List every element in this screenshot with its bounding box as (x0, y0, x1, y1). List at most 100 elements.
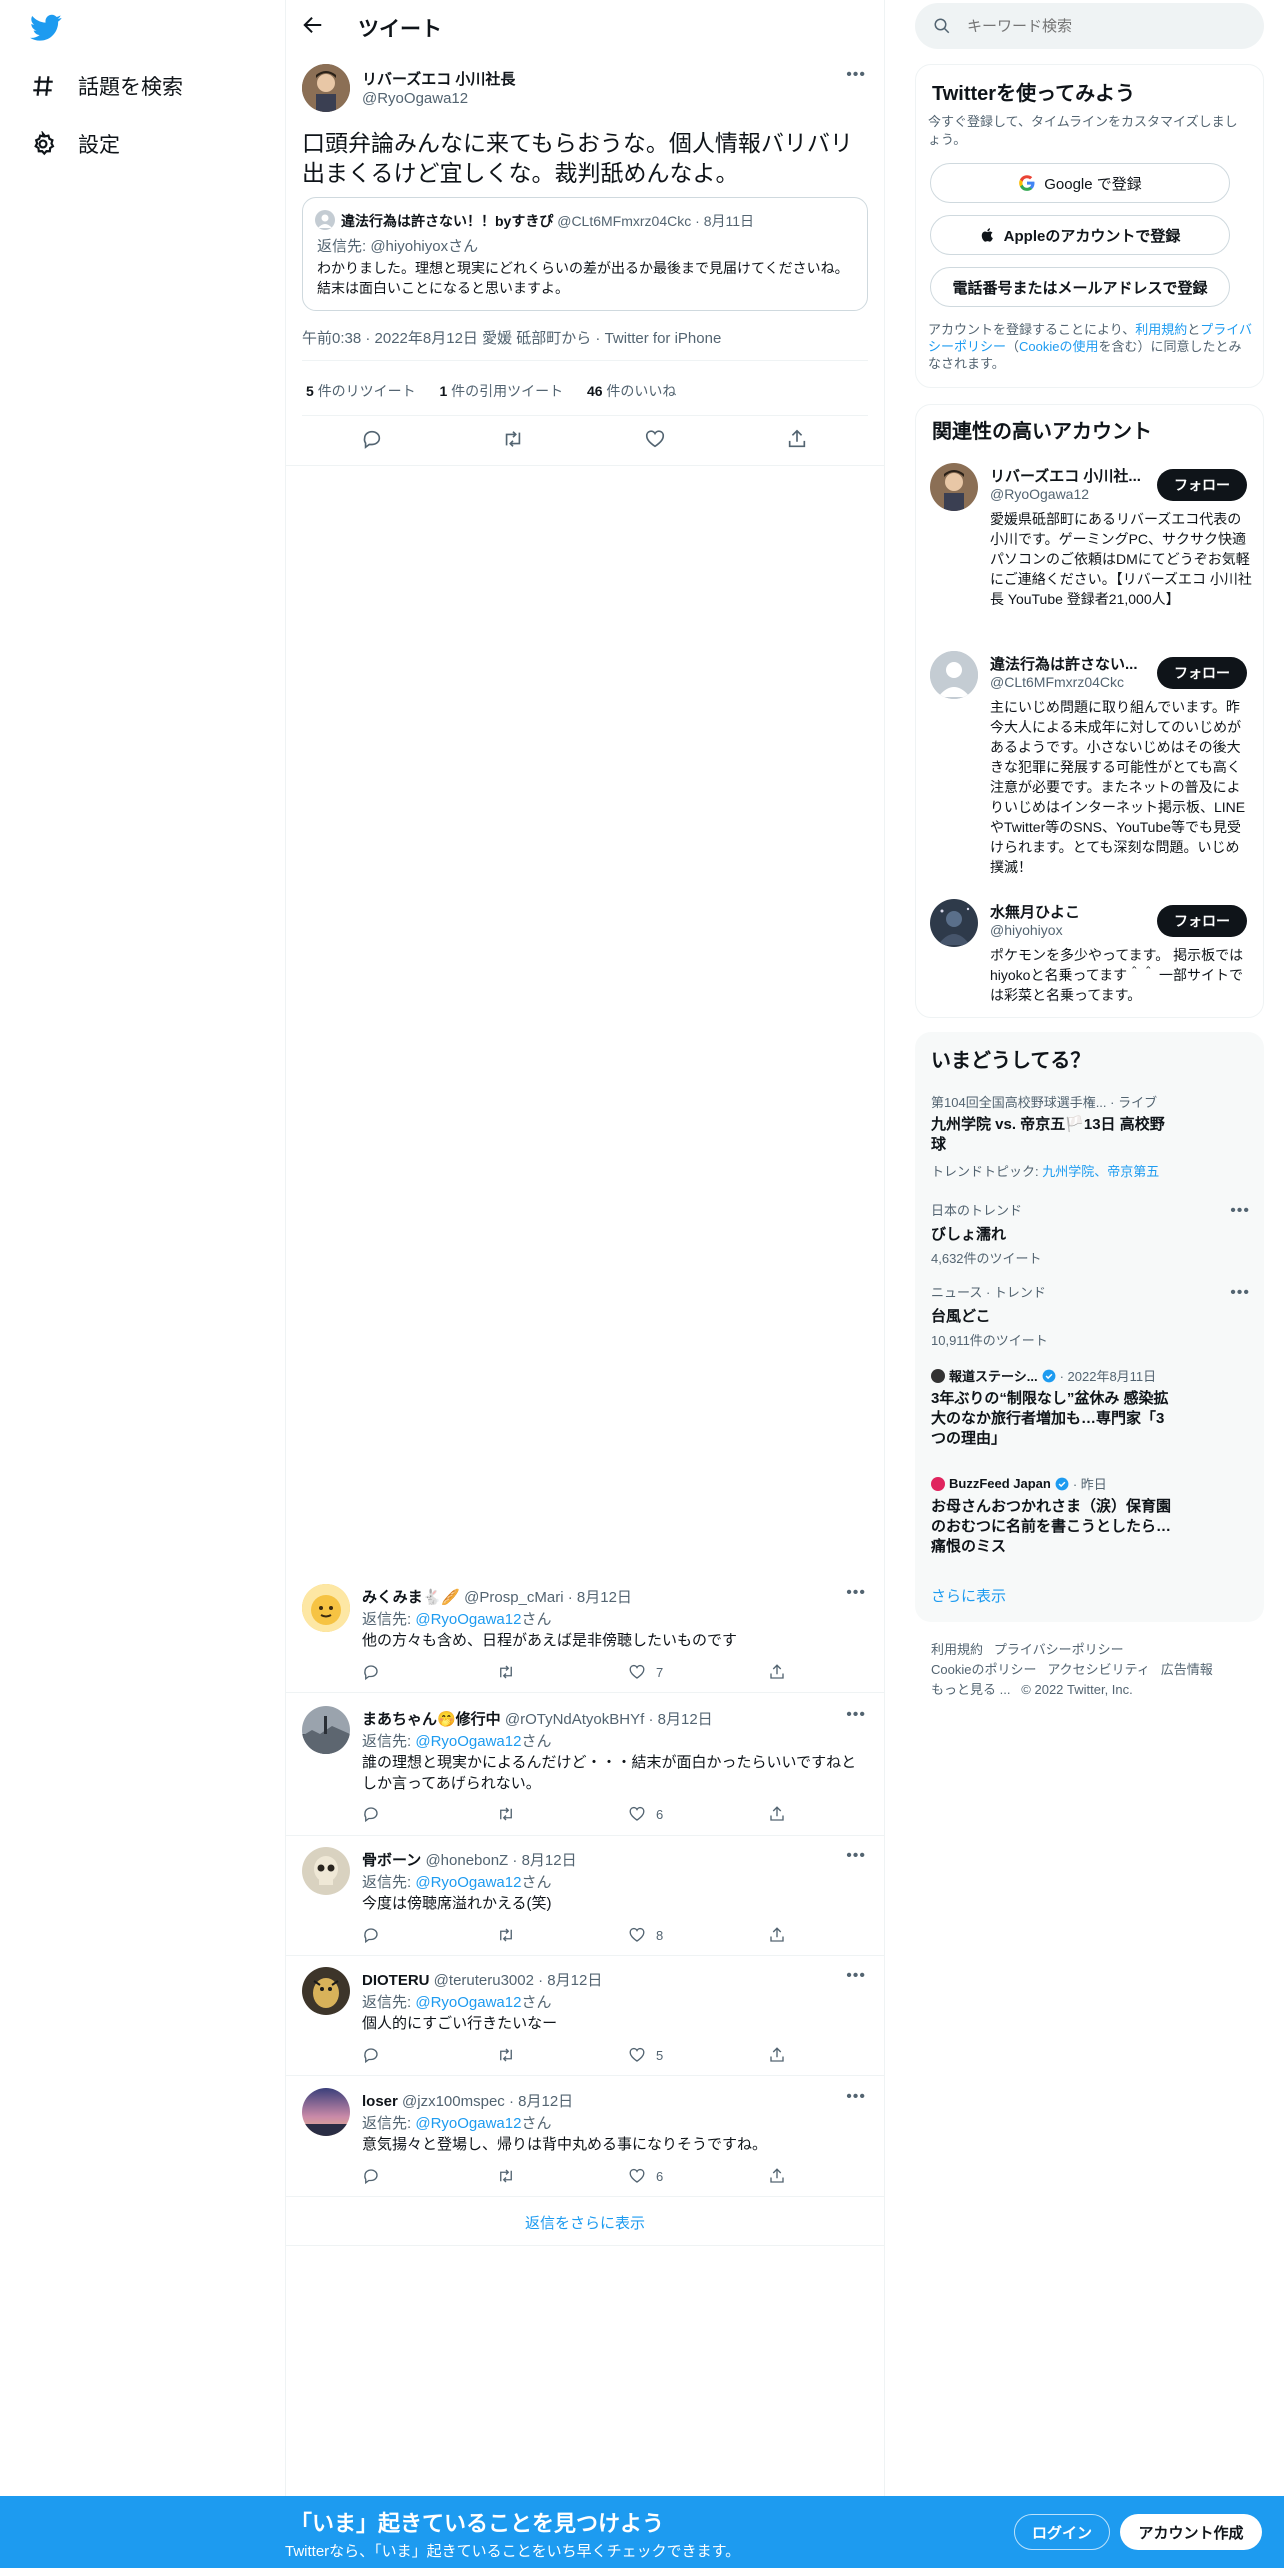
related-account-handle[interactable]: @hiyohiyox (990, 922, 1063, 938)
avatar[interactable] (302, 1706, 350, 1754)
search-bar[interactable] (915, 3, 1264, 49)
avatar[interactable] (930, 899, 978, 947)
share-icon[interactable] (786, 428, 808, 450)
reply-date[interactable]: · 8月12日 (648, 1711, 712, 1728)
apple-signup-button[interactable]: Appleのアカウントで登録 (930, 215, 1230, 255)
trend-item[interactable]: 第104回全国高校野球選手権... · ライブ 九州学院 vs. 帝京五🏳️13… (931, 1092, 1251, 1180)
reply-icon[interactable] (362, 1805, 380, 1823)
avatar[interactable] (302, 1584, 350, 1632)
twitter-logo-icon[interactable] (30, 14, 62, 42)
reply-date[interactable]: · 8月12日 (538, 1972, 602, 1989)
like-icon[interactable] (644, 428, 666, 450)
author-handle[interactable]: @RyoOgawa12 (362, 90, 468, 107)
footer-link[interactable]: Cookieのポリシー (931, 1662, 1036, 1677)
more-icon[interactable]: ••• (1230, 1202, 1250, 1220)
follow-button[interactable]: フォロー (1157, 657, 1247, 689)
like-button[interactable]: 6 (628, 1805, 663, 1823)
share-icon[interactable] (768, 1926, 786, 1944)
follow-button[interactable]: フォロー (1157, 469, 1247, 501)
retweet-icon[interactable] (496, 1805, 516, 1823)
footer-link[interactable]: 広告情報 (1161, 1662, 1213, 1677)
search-input[interactable] (967, 15, 1247, 37)
reply-tweet[interactable]: 骨ボーン @honebonZ · 8月12日 ••• 返信先: @RyoOgaw… (286, 1843, 884, 1956)
more-icon[interactable]: ••• (846, 1584, 866, 1602)
reply-tweet[interactable]: みくみま🐇🥖 @Prosp_cMari · 8月12日 ••• 返信先: @Ry… (286, 1580, 884, 1693)
avatar[interactable] (302, 2088, 350, 2136)
more-icon[interactable]: ••• (846, 1967, 866, 1985)
reply-date[interactable]: · 8月12日 (509, 2093, 573, 2110)
reply-icon[interactable] (361, 428, 383, 450)
like-button[interactable]: 8 (628, 1926, 663, 1944)
more-icon[interactable]: ••• (846, 66, 866, 84)
create-account-button[interactable]: アカウント作成 (1120, 2514, 1262, 2550)
share-icon[interactable] (768, 1663, 786, 1681)
share-icon[interactable] (768, 2046, 786, 2064)
more-icon[interactable]: ••• (1230, 1284, 1250, 1302)
like-stat[interactable]: 46 件のいいね (587, 383, 676, 399)
footer-link[interactable]: 利用規約 (931, 1642, 983, 1657)
author-name[interactable]: リバーズエコ 小川社長 (362, 68, 515, 89)
reply-author-name[interactable]: みくみま🐇🥖 (362, 1589, 460, 1606)
reply-author-name[interactable]: DIOTERU (362, 1972, 430, 1989)
related-account-name[interactable]: リバーズエコ 小川社... (990, 465, 1141, 486)
footer-link[interactable]: アクセシビリティ (1047, 1662, 1150, 1677)
related-account-handle[interactable]: @CLt6MFmxrz04Ckc (990, 674, 1124, 690)
reply-date[interactable]: · 8月12日 (512, 1852, 576, 1869)
mention-link[interactable]: @RyoOgawa12 (415, 1874, 521, 1891)
back-arrow-icon[interactable] (302, 14, 324, 36)
news-item[interactable]: 報道ステーシ... · 2022年8月11日 3年ぶりの“制限なし”盆休み 感染… (931, 1366, 1251, 1449)
reply-tweet[interactable]: loser @jzx100mspec · 8月12日 ••• 返信先: @Ryo… (286, 2084, 884, 2197)
follow-button[interactable]: フォロー (1157, 905, 1247, 937)
like-button[interactable]: 5 (628, 2046, 663, 2064)
reply-icon[interactable] (362, 1663, 380, 1681)
show-more-trends-link[interactable]: さらに表示 (931, 1585, 1006, 1606)
retweet-stat[interactable]: 5 件のリツイート (306, 383, 416, 399)
retweet-icon[interactable] (496, 1926, 516, 1944)
cookie-link[interactable]: Cookieの使用 (1019, 339, 1098, 354)
more-icon[interactable]: ••• (846, 2088, 866, 2106)
terms-link[interactable]: 利用規約 (1135, 322, 1187, 337)
reply-tweet[interactable]: DIOTERU @teruteru3002 · 8月12日 ••• 返信先: @… (286, 1963, 884, 2076)
avatar[interactable] (302, 1967, 350, 2015)
retweet-icon[interactable] (501, 428, 525, 450)
like-button[interactable]: 6 (628, 2167, 663, 2185)
trend-item[interactable]: ニュース · トレンド 台風どこ 10,911件のツイート (931, 1282, 1251, 1349)
trend-item[interactable]: 日本のトレンド びしょ濡れ 4,632件のツイート (931, 1200, 1251, 1267)
quote-stat[interactable]: 1 件の引用ツイート (439, 383, 563, 399)
retweet-icon[interactable] (496, 2046, 516, 2064)
mention-link[interactable]: @RyoOgawa12 (415, 1994, 521, 2011)
mention-link[interactable]: @RyoOgawa12 (415, 1733, 521, 1750)
retweet-icon[interactable] (496, 2167, 516, 2185)
nav-settings[interactable]: 設定 (30, 124, 120, 164)
nav-explore[interactable]: 話題を検索 (30, 66, 183, 106)
reply-author-handle[interactable]: @Prosp_cMari (464, 1589, 563, 1606)
reply-icon[interactable] (362, 1926, 380, 1944)
footer-link[interactable]: もっと見る ... (931, 1682, 1010, 1697)
reply-author-name[interactable]: 骨ボーン (362, 1852, 421, 1869)
google-signup-button[interactable]: Google で登録 (930, 163, 1230, 203)
avatar[interactable] (302, 64, 350, 112)
reply-date[interactable]: · 8月12日 (568, 1589, 632, 1606)
more-icon[interactable]: ••• (846, 1847, 866, 1865)
show-more-replies-link[interactable]: 返信をさらに表示 (286, 2200, 884, 2246)
avatar[interactable] (302, 1847, 350, 1895)
news-item[interactable]: BuzzFeed Japan · 昨日 お母さんおつかれさま（涙）保育園のおむつ… (931, 1474, 1251, 1557)
reply-author-handle[interactable]: @rOTyNdAtyokBHYf (505, 1711, 644, 1728)
related-account-handle[interactable]: @RyoOgawa12 (990, 486, 1089, 502)
avatar[interactable] (930, 463, 978, 511)
phone-email-signup-button[interactable]: 電話番号またはメールアドレスで登録 (930, 267, 1230, 307)
quote-tweet[interactable]: 違法行為は許さない！！byすきぴ @CLt6MFmxrz04Ckc · 8月11… (302, 197, 868, 311)
more-icon[interactable]: ••• (846, 1706, 866, 1724)
reply-author-handle[interactable]: @teruteru3002 (434, 1972, 534, 1989)
mention-link[interactable]: @RyoOgawa12 (415, 2115, 521, 2132)
related-account-name[interactable]: 違法行為は許さない... (990, 653, 1138, 674)
like-button[interactable]: 7 (628, 1663, 663, 1681)
footer-link[interactable]: プライバシーポリシー (994, 1642, 1124, 1657)
mention-link[interactable]: @RyoOgawa12 (415, 1611, 521, 1628)
reply-icon[interactable] (362, 2167, 380, 2185)
related-account-name[interactable]: 水無月ひよこ (990, 901, 1080, 922)
reply-author-name[interactable]: loser (362, 2093, 398, 2110)
share-icon[interactable] (768, 2167, 786, 2185)
reply-author-name[interactable]: まあちゃん🤭修行中 (362, 1711, 501, 1728)
reply-icon[interactable] (362, 2046, 380, 2064)
